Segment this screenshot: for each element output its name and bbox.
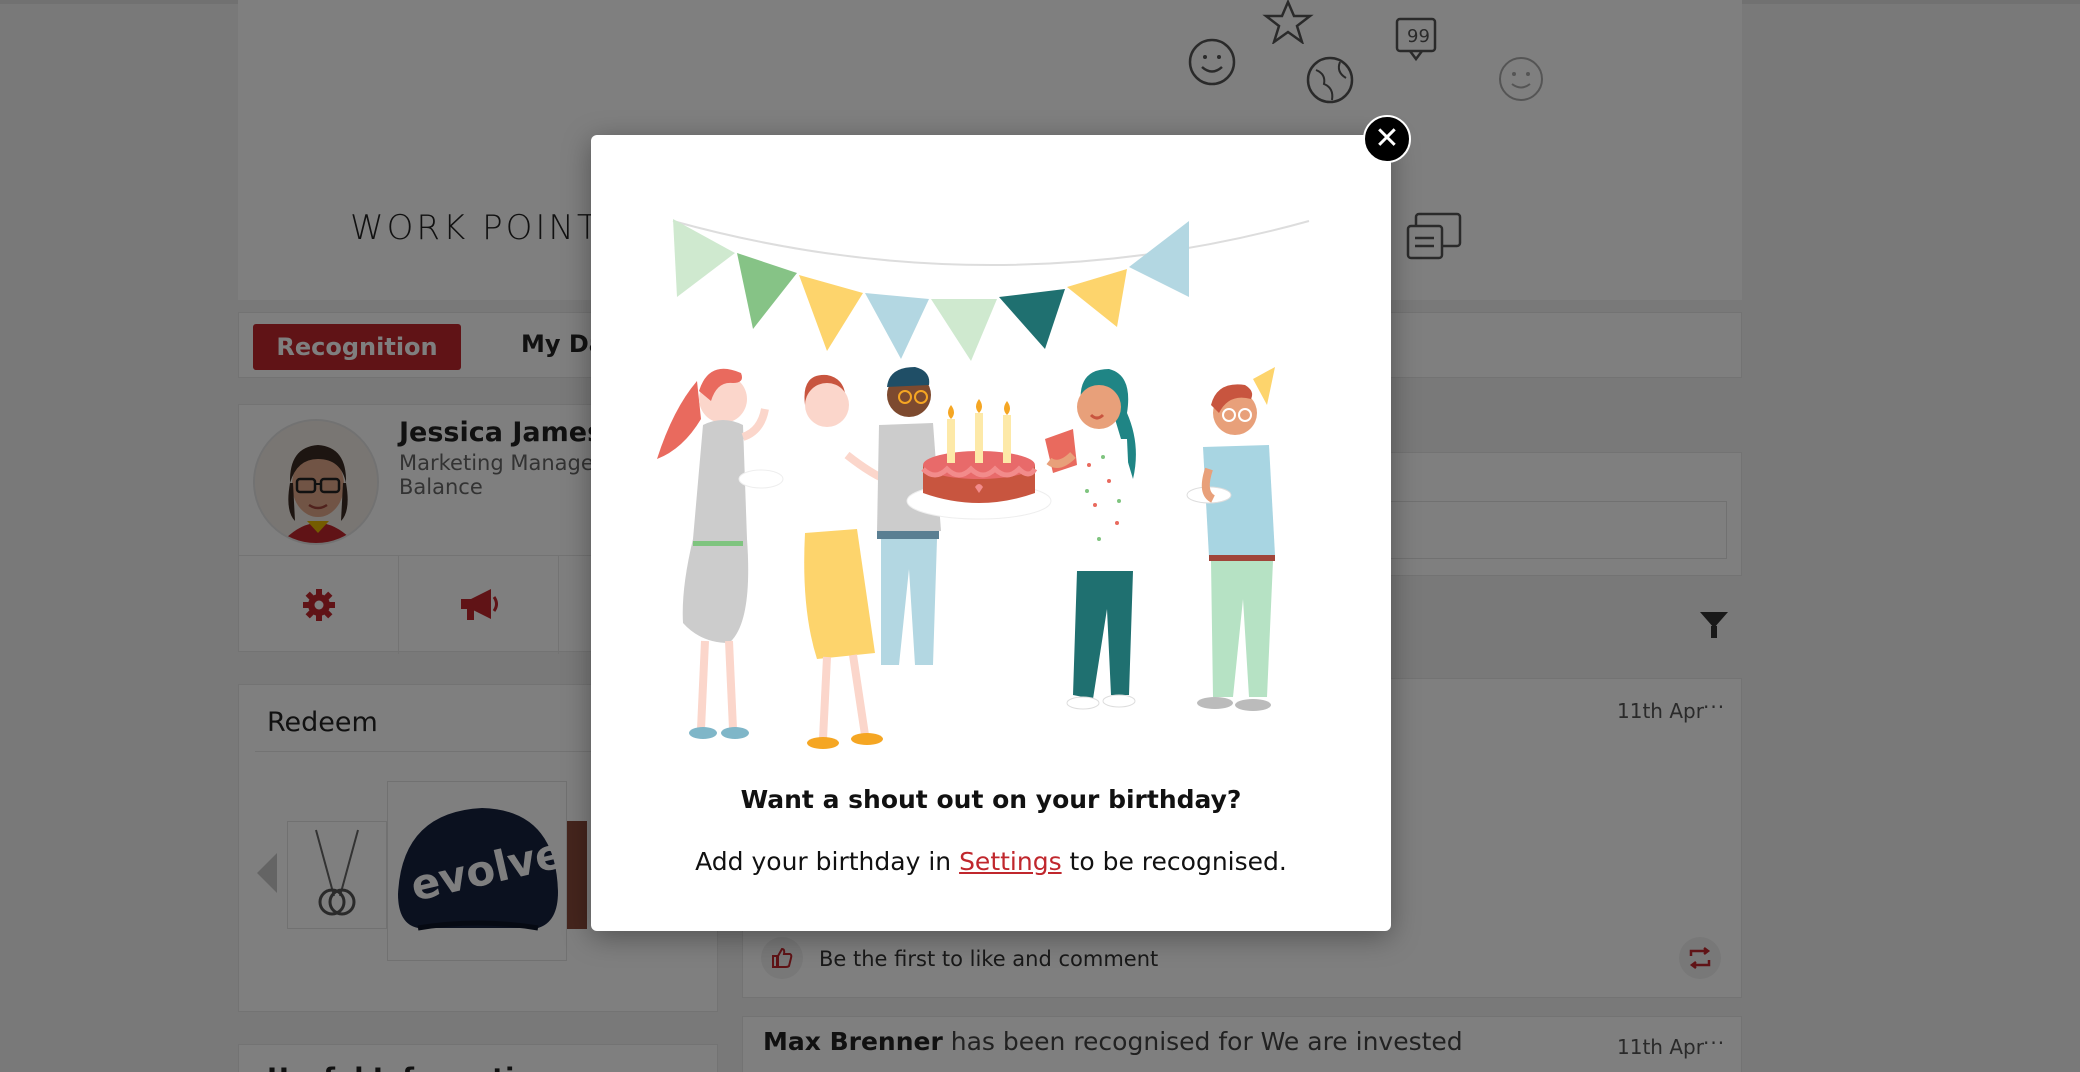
birthday-party-illustration — [657, 219, 1310, 749]
modal-title: Want a shout out on your birthday? — [740, 785, 1242, 814]
birthday-modal: Want a shout out on your birthday? Add y… — [591, 135, 1391, 931]
modal-text-after: to be recognised. — [1061, 847, 1287, 876]
settings-link[interactable]: Settings — [959, 847, 1062, 876]
close-modal-button[interactable]: ✕ — [1363, 115, 1411, 163]
modal-text: Add your birthday in Settings to be reco… — [591, 847, 1391, 876]
close-icon: ✕ — [1374, 121, 1400, 156]
modal-text-before: Add your birthday in — [695, 847, 960, 876]
